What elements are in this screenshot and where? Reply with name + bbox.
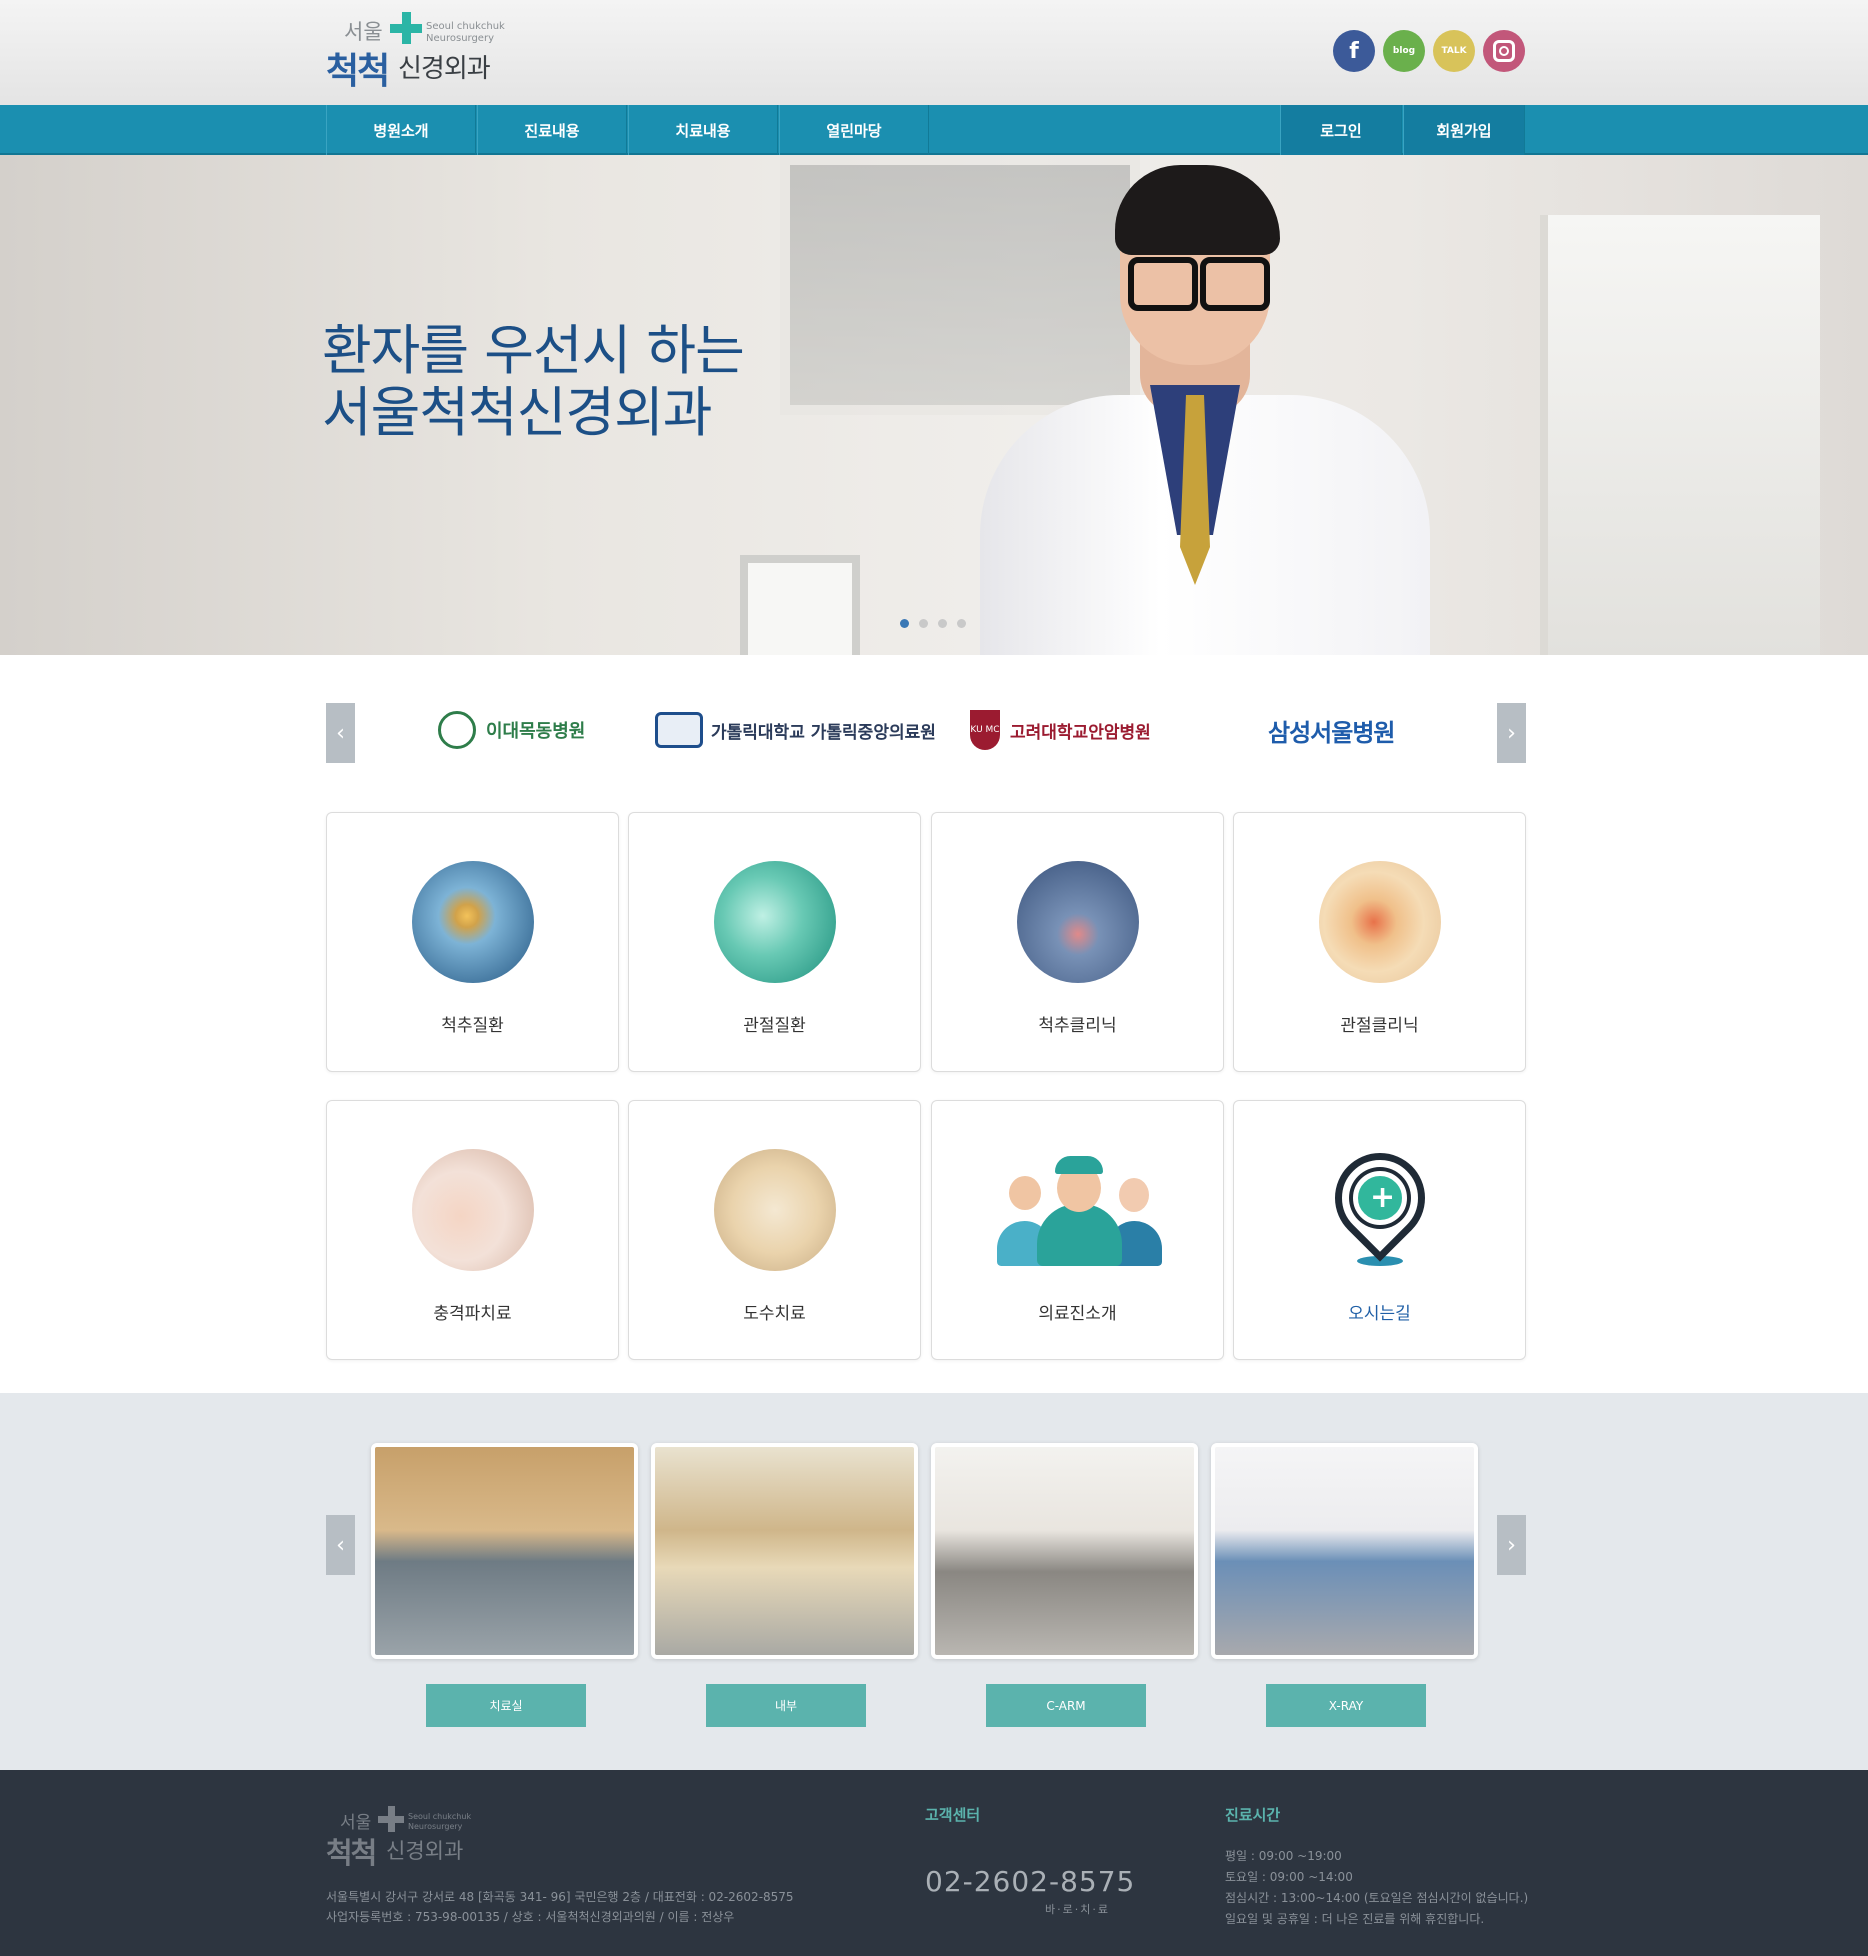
header: 서울 Seoul chukchuk Neurosurgery 척척 신경외과 f … bbox=[0, 0, 1868, 105]
hero-title-line2: 서울척척신경외과 bbox=[322, 381, 712, 444]
shockwave-image bbox=[412, 1149, 534, 1271]
facebook-icon[interactable]: f bbox=[1333, 30, 1375, 72]
nav-item-hospital-intro[interactable]: 병원소개 bbox=[326, 105, 476, 155]
partner-name: 삼성서울병원 bbox=[1268, 718, 1395, 747]
hours-lunch: 점심시간 : 13:00~14:00 (토요일은 점심시간이 없습니다.) bbox=[1225, 1891, 1529, 1905]
gallery-photo-interior[interactable] bbox=[651, 1443, 918, 1659]
partners-prev-button[interactable]: ‹ bbox=[326, 703, 355, 763]
footer-address: 서울특별시 강서구 강서로 48 [화곡동 341- 96] 국민은행 2층 /… bbox=[326, 1887, 794, 1927]
slide-dot-2[interactable] bbox=[919, 619, 928, 628]
slide-dot-4[interactable] bbox=[957, 619, 966, 628]
manual-therapy-image bbox=[714, 1149, 836, 1271]
hours-list: 평일 : 09:00 ~19:00 토요일 : 09:00 ~14:00 점심시… bbox=[1225, 1846, 1528, 1930]
hero-title: 환자를 우선시 하는 서울척척신경외과 bbox=[322, 319, 745, 444]
partner-name: 고려대학교안암병원 bbox=[1010, 722, 1151, 743]
site-logo[interactable]: 서울 Seoul chukchuk Neurosurgery 척척 신경외과 bbox=[326, 12, 506, 92]
footer-logo-main: 척척 bbox=[326, 1836, 377, 1870]
gallery-button-x-ray[interactable]: X-RAY bbox=[1266, 1684, 1426, 1727]
slider-dots bbox=[900, 619, 966, 628]
gallery-button-treatment-room[interactable]: 치료실 bbox=[426, 1684, 586, 1727]
gallery-button-interior[interactable]: 내부 bbox=[706, 1684, 866, 1727]
nav-item-open-board[interactable]: 열린마당 bbox=[779, 105, 929, 155]
spine-image bbox=[412, 861, 534, 983]
logo-sub: 신경외과 bbox=[398, 54, 491, 84]
logo-english: Seoul chukchuk Neurosurgery bbox=[426, 21, 505, 44]
partner-korea-univ[interactable]: KU MC 고려대학교안암병원 bbox=[970, 705, 1151, 755]
login-button[interactable]: 로그인 bbox=[1280, 105, 1402, 155]
address-line: 서울특별시 강서구 강서로 48 [화곡동 341- 96] 국민은행 2층 /… bbox=[326, 1890, 794, 1904]
service-card-directions[interactable]: + 오시는길 bbox=[1233, 1100, 1526, 1360]
medical-staff-icon bbox=[997, 1156, 1162, 1266]
service-label: 척추질환 bbox=[441, 1016, 504, 1036]
instagram-icon[interactable] bbox=[1483, 30, 1525, 72]
gallery-photo-treatment-room[interactable] bbox=[371, 1443, 638, 1659]
hours-holiday: 일요일 및 공휴일 : 더 나은 진료를 위해 휴진합니다. bbox=[1225, 1912, 1485, 1926]
kumc-emblem-icon: KU MC bbox=[970, 710, 1000, 750]
service-card-spine-clinic[interactable]: 척추클리닉 bbox=[931, 812, 1224, 1072]
gallery-photo-c-arm[interactable] bbox=[931, 1443, 1198, 1659]
footer-logo-sub: 신경외과 bbox=[386, 1839, 464, 1863]
hero-title-line1: 환자를 우선시 하는 bbox=[322, 319, 745, 382]
gallery-next-button[interactable]: › bbox=[1497, 1515, 1526, 1575]
hours-saturday: 토요일 : 09:00 ~14:00 bbox=[1225, 1870, 1353, 1884]
medical-cross-icon bbox=[378, 1806, 404, 1832]
partner-name: 가톨릭대학교 가톨릭중앙의료원 bbox=[711, 722, 936, 743]
main-nav: 병원소개 진료내용 치료내용 열린마당 로그인 회원가입 bbox=[0, 105, 1868, 155]
hours-weekday: 평일 : 09:00 ~19:00 bbox=[1225, 1849, 1342, 1863]
slide-dot-1[interactable] bbox=[900, 619, 909, 628]
hours-title: 진료시간 bbox=[1225, 1806, 1281, 1824]
facility-gallery: ‹ 치료실 내부 C-ARM X-RAY › bbox=[0, 1393, 1868, 1770]
customer-center-title: 고객센터 bbox=[925, 1806, 981, 1824]
kakaotalk-icon[interactable]: TALK bbox=[1433, 30, 1475, 72]
service-card-joint-clinic[interactable]: 관절클리닉 bbox=[1233, 812, 1526, 1072]
service-label: 오시는길 bbox=[1348, 1304, 1411, 1324]
location-pin-icon: + bbox=[1316, 1134, 1444, 1266]
service-label: 의료진소개 bbox=[1038, 1304, 1117, 1324]
phone-tagline: 바·로·치·료 bbox=[1045, 1903, 1110, 1916]
service-card-manual-therapy[interactable]: 도수치료 bbox=[628, 1100, 921, 1360]
service-label: 관절질환 bbox=[743, 1016, 806, 1036]
footer-logo: 서울 Seoul chukchuk Neurosurgery 척척 신경외과 bbox=[326, 1806, 476, 1872]
logo-main: 척척 bbox=[326, 51, 390, 92]
gallery-prev-button[interactable]: ‹ bbox=[326, 1515, 355, 1575]
joint-image bbox=[714, 861, 836, 983]
background-window bbox=[1540, 215, 1820, 655]
nav-item-treatment-info[interactable]: 진료내용 bbox=[477, 105, 627, 155]
phone-number[interactable]: 02-2602-8575 bbox=[925, 1865, 1135, 1898]
partners-next-button[interactable]: › bbox=[1497, 703, 1526, 763]
catholic-emblem-icon bbox=[655, 712, 703, 748]
footer: 서울 Seoul chukchuk Neurosurgery 척척 신경외과 서울… bbox=[0, 1770, 1868, 1956]
instagram-glyph bbox=[1493, 40, 1515, 62]
partner-ewha[interactable]: 이대목동병원 bbox=[438, 705, 585, 755]
gallery-button-c-arm[interactable]: C-ARM bbox=[986, 1684, 1146, 1727]
hero-banner: 환자를 우선시 하는 서울척척신경외과 bbox=[0, 155, 1868, 655]
medical-cross-icon bbox=[390, 12, 422, 44]
ewha-emblem-icon bbox=[438, 711, 476, 749]
service-label: 관절클리닉 bbox=[1340, 1016, 1419, 1036]
service-label: 충격파치료 bbox=[433, 1304, 512, 1324]
footer-logo-english: Seoul chukchuk Neurosurgery bbox=[408, 1812, 472, 1831]
signup-button[interactable]: 회원가입 bbox=[1403, 105, 1525, 155]
background-frame bbox=[740, 555, 860, 655]
service-card-joint[interactable]: 관절질환 bbox=[628, 812, 921, 1072]
service-label: 척추클리닉 bbox=[1038, 1016, 1117, 1036]
partner-name: 이대목동병원 bbox=[486, 721, 586, 742]
service-label: 도수치료 bbox=[743, 1304, 806, 1324]
nav-item-therapy[interactable]: 치료내용 bbox=[628, 105, 778, 155]
service-card-spine[interactable]: 척추질환 bbox=[326, 812, 619, 1072]
knee-clinic-image bbox=[1319, 861, 1441, 983]
partner-samsung[interactable]: 삼성서울병원 bbox=[1268, 705, 1395, 755]
partner-catholic[interactable]: 가톨릭대학교 가톨릭중앙의료원 bbox=[655, 705, 936, 755]
slide-dot-3[interactable] bbox=[938, 619, 947, 628]
service-card-shockwave[interactable]: 충격파치료 bbox=[326, 1100, 619, 1360]
blog-icon[interactable]: blog bbox=[1383, 30, 1425, 72]
doctor-image bbox=[960, 165, 1460, 655]
spine-clinic-image bbox=[1017, 861, 1139, 983]
service-card-medical-staff[interactable]: 의료진소개 bbox=[931, 1100, 1224, 1360]
business-info-line: 사업자등록번호 : 753-98-00135 / 상호 : 서울척척신경외과의원… bbox=[326, 1910, 735, 1924]
gallery-photo-x-ray[interactable] bbox=[1211, 1443, 1478, 1659]
